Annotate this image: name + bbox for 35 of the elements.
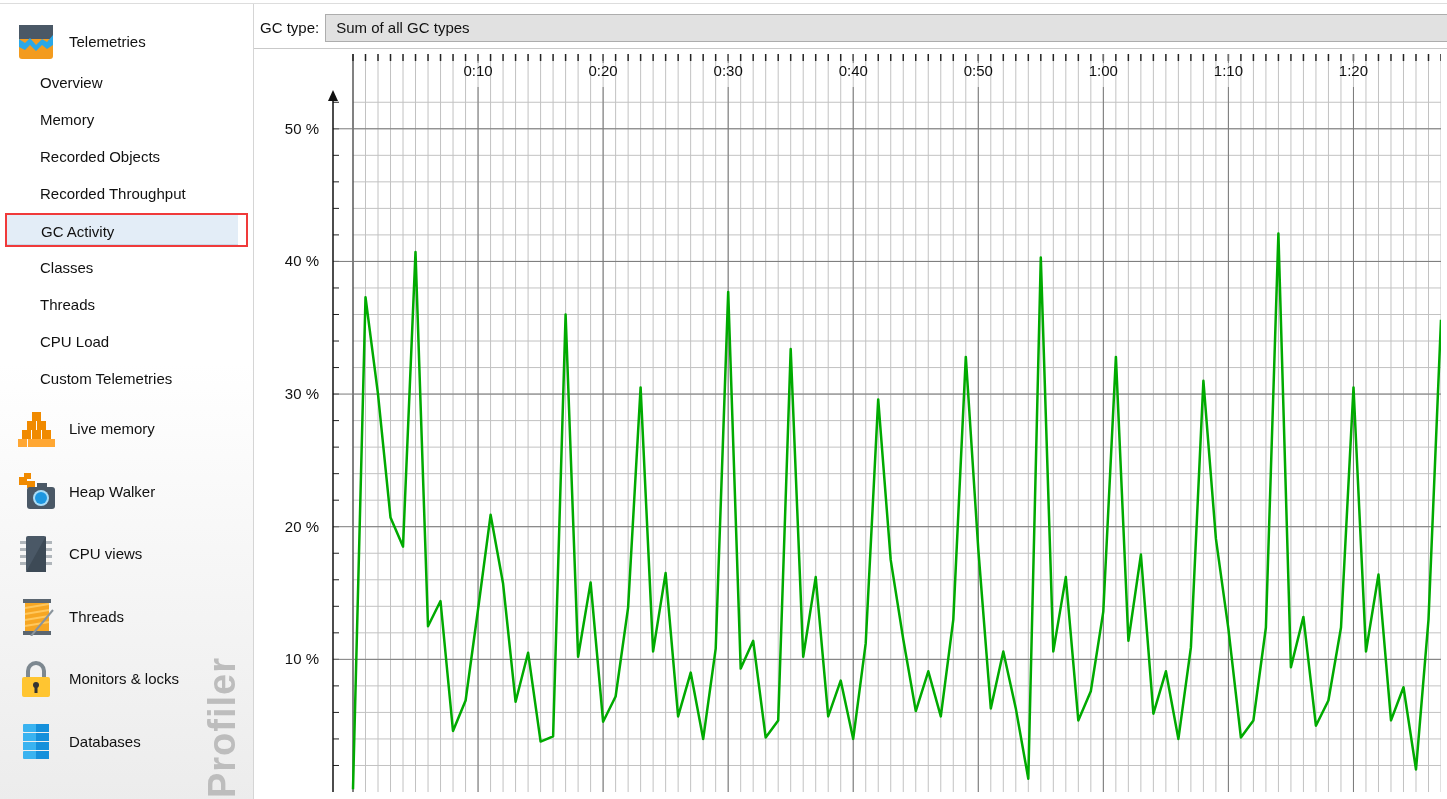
gc-type-dropdown[interactable]: Sum of all GC types [325, 14, 1447, 42]
x-tick-label: 0:30 [713, 62, 743, 79]
sidebar-item[interactable]: Overview [5, 65, 248, 99]
x-tick-label: 0:50 [963, 62, 993, 79]
x-tick-label: 1:10 [1213, 62, 1243, 79]
sidebar-section[interactable]: Threads [69, 605, 125, 628]
x-tick-label: 1:20 [1338, 62, 1369, 79]
y-tick-label: 10 % [284, 650, 319, 668]
cubes-icon [17, 410, 55, 449]
y-tick-label: 40 % [284, 252, 319, 270]
sidebar-section[interactable]: Telemetries [69, 30, 146, 54]
sidebar-section[interactable]: Monitors & locks [69, 668, 180, 691]
sidebar-section[interactable]: Live memory [69, 418, 155, 441]
chip-icon [17, 535, 55, 574]
camera-with-cubes-icon [17, 472, 55, 511]
telemetries-chart-icon [17, 23, 55, 61]
sidebar-item[interactable]: Threads [5, 287, 248, 321]
sidebar-section[interactable]: Heap Walker [69, 480, 156, 503]
sidebar-section[interactable]: CPU views [69, 543, 143, 566]
y-tick-label: 20 % [284, 517, 319, 535]
y-tick-label: 30 % [284, 385, 319, 403]
sidebar-item[interactable]: CPU Load [5, 324, 248, 358]
x-tick-label: 0:10 [463, 62, 493, 79]
y-tick-label: 50 % [284, 119, 319, 137]
sidebar-item[interactable]: Recorded Objects [5, 139, 248, 173]
sidebar-item[interactable]: Classes [5, 250, 248, 284]
x-tick-label: 0:20 [588, 62, 618, 79]
sidebar-section[interactable]: Databases [69, 730, 141, 753]
sidebar-item[interactable]: Custom Telemetries [5, 361, 248, 395]
sidebar-item[interactable]: Memory [5, 102, 248, 136]
sidebar-item[interactable]: Recorded Throughput [5, 176, 248, 210]
gc-type-label: GC type: [260, 17, 320, 38]
x-tick-label: 1:00 [1088, 62, 1118, 79]
sidebar-item[interactable]: GC Activity [5, 213, 248, 247]
x-tick-label: 0:40 [838, 62, 868, 79]
